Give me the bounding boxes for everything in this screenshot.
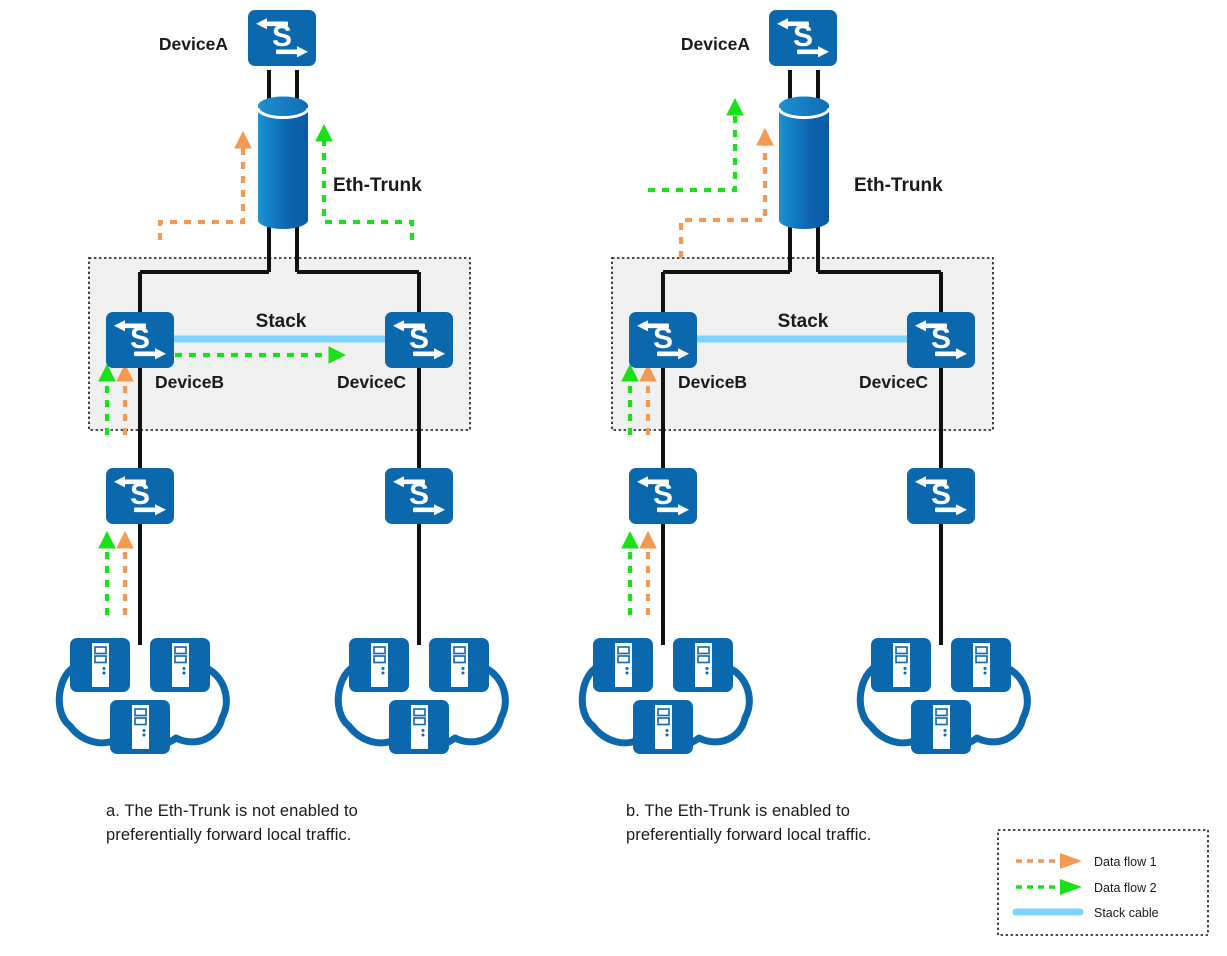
switch-device-a-b[interactable] <box>769 10 837 66</box>
label-device-a-a: DeviceA <box>159 34 228 54</box>
switch-access-left-a[interactable] <box>106 468 174 524</box>
eth-trunk-cylinder-b <box>777 96 831 229</box>
switch-device-a-a[interactable] <box>248 10 316 66</box>
server-icon <box>593 638 653 692</box>
server-icon <box>871 638 931 692</box>
server-icon <box>349 638 409 692</box>
switch-device-c-b[interactable] <box>907 312 975 368</box>
server-icon <box>673 638 733 692</box>
label-stack-a: Stack <box>256 311 307 332</box>
label-eth-trunk-b: Eth-Trunk <box>854 175 943 196</box>
switch-device-b-b[interactable] <box>629 312 697 368</box>
switch-device-c-a[interactable] <box>385 312 453 368</box>
legend-label-data-flow-1: Data flow 1 <box>1094 855 1157 869</box>
server-icon <box>110 700 170 754</box>
server-icon <box>633 700 693 754</box>
server-icon <box>150 638 210 692</box>
server-cloud-left-a <box>55 638 230 754</box>
panel-b-caption: b. The Eth-Trunk is enabled to preferent… <box>626 802 872 844</box>
label-device-b-b: DeviceB <box>678 372 747 392</box>
server-cloud-right-a <box>334 638 509 754</box>
switch-device-b-a[interactable] <box>106 312 174 368</box>
legend-label-data-flow-2: Data flow 2 <box>1094 881 1157 895</box>
panel-b: DeviceA Eth-Trunk Stack DeviceB DeviceC <box>578 10 1031 754</box>
switch-access-left-b[interactable] <box>629 468 697 524</box>
label-device-a-b: DeviceA <box>681 34 750 54</box>
eth-trunk-cylinder-a <box>256 96 310 229</box>
panel-a: DeviceA Eth-Trunk Stack DeviceB DeviceC <box>55 10 509 754</box>
server-icon <box>429 638 489 692</box>
server-icon <box>389 700 449 754</box>
label-stack-b: Stack <box>778 311 829 332</box>
label-eth-trunk-a: Eth-Trunk <box>333 175 422 196</box>
label-device-c-b: DeviceC <box>859 372 928 392</box>
switch-access-right-b[interactable] <box>907 468 975 524</box>
server-icon <box>911 700 971 754</box>
panel-a-caption: a. The Eth-Trunk is not enabled to prefe… <box>106 802 358 844</box>
figure-root: S <box>0 0 1227 956</box>
legend-label-stack-cable: Stack cable <box>1094 906 1159 920</box>
switch-access-right-a[interactable] <box>385 468 453 524</box>
server-icon <box>70 638 130 692</box>
server-cloud-left-b <box>578 638 753 754</box>
server-cloud-right-b <box>856 638 1031 754</box>
label-device-b-a: DeviceB <box>155 372 224 392</box>
server-icon <box>951 638 1011 692</box>
label-device-c-a: DeviceC <box>337 372 406 392</box>
